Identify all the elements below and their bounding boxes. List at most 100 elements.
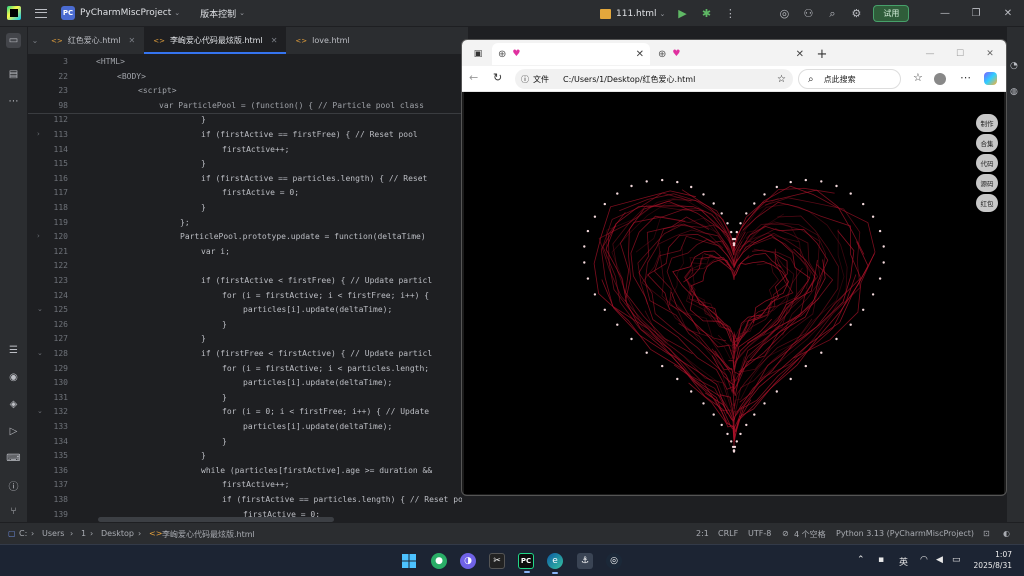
code-line[interactable]: particles[i].update(deltaTime); xyxy=(243,305,392,314)
code-line[interactable]: if (firstActive == firstFree) { // Reset… xyxy=(201,130,418,139)
code-line[interactable]: firstActive++; xyxy=(222,145,289,154)
tab-red-heart[interactable]: <> 红色爱心.html ✕ xyxy=(42,27,144,54)
notifications-icon[interactable]: ◔ xyxy=(1010,61,1018,71)
code-line[interactable]: while (particles[firstActive].age >= dur… xyxy=(201,466,432,475)
close-icon[interactable]: ✕ xyxy=(993,0,1023,27)
settings-gear-icon[interactable]: ⚙ xyxy=(849,7,863,21)
code-line[interactable]: } xyxy=(201,451,206,460)
favorite-star-icon[interactable]: ☆ xyxy=(777,74,786,85)
tab-close-icon[interactable]: ✕ xyxy=(636,49,644,60)
breadcrumb-user[interactable]: 1 xyxy=(81,529,86,538)
chevron-down-icon[interactable]: ⌄ xyxy=(174,9,180,17)
project-folder-icon[interactable]: ▭ xyxy=(6,33,21,48)
code-line[interactable]: ParticlePool.prototype.update = function… xyxy=(180,232,426,241)
breadcrumb-drive[interactable]: C: xyxy=(19,529,27,538)
code-line[interactable]: var i; xyxy=(201,247,230,256)
start-windows-icon[interactable] xyxy=(401,553,417,569)
code-line[interactable]: particles[i].update(deltaTime); xyxy=(243,422,392,431)
code-line[interactable]: <BODY> xyxy=(117,72,146,81)
minimize-icon[interactable]: — xyxy=(930,0,960,27)
code-editor[interactable]: 3 22 23 98 112 113 114 115 116 117 118 119 120 121 122… xyxy=(28,55,462,522)
search-box[interactable]: ⌕ 点此搜索 xyxy=(798,69,901,89)
tab-list-chevron-icon[interactable]: ⌄ xyxy=(28,36,42,45)
system-clock[interactable]: 1:07 2025/8/31 xyxy=(972,549,1012,571)
chevron-down-icon[interactable]: ⌄ xyxy=(239,9,245,17)
memory-indicator-icon[interactable]: ◐ xyxy=(1003,529,1010,538)
tray-app-icon[interactable]: ▪ xyxy=(878,555,884,565)
project-name[interactable]: PyCharmMiscProject xyxy=(80,8,171,18)
browser-close-icon[interactable]: ✕ xyxy=(982,43,998,65)
wifi-icon[interactable]: ◠ xyxy=(920,555,928,565)
copilot-icon[interactable] xyxy=(984,72,997,85)
code-line[interactable]: } xyxy=(222,320,227,329)
tab-close-icon[interactable]: ✕ xyxy=(129,36,136,45)
code-line[interactable]: } xyxy=(222,393,227,402)
breadcrumb-users[interactable]: Users xyxy=(42,529,64,538)
fold-marker-icon[interactable]: ⌄ xyxy=(37,305,43,313)
code-line[interactable]: for (i = 0; i < firstFree; i++) { // Upd… xyxy=(222,407,429,416)
browser-menu-icon[interactable]: ⋯ xyxy=(960,71,971,84)
tray-overflow-chevron-icon[interactable]: ⌃ xyxy=(857,555,865,565)
main-menu-icon[interactable] xyxy=(35,8,47,18)
code-line[interactable]: firstActive = 0; xyxy=(222,188,299,197)
page-viewport[interactable]: 制作 合集 代码 源码 红包 xyxy=(464,92,1004,494)
code-line[interactable]: } xyxy=(201,159,206,168)
add-user-icon[interactable]: ⚇ xyxy=(801,7,815,21)
restore-icon[interactable]: ❐ xyxy=(961,0,991,27)
code-line[interactable]: if (firstActive < firstFree) { // Update… xyxy=(201,276,432,285)
code-line[interactable]: <HTML> xyxy=(96,57,125,66)
code-line[interactable]: } xyxy=(201,115,206,124)
refresh-icon[interactable]: ↻ xyxy=(493,71,502,84)
back-arrow-icon[interactable]: ← xyxy=(469,71,478,84)
ime-indicator[interactable]: 英 xyxy=(899,555,908,568)
code-line[interactable]: if (firstActive == particles.length) { /… xyxy=(201,174,427,183)
breadcrumb-desktop[interactable]: Desktop xyxy=(101,529,134,538)
caret-position[interactable]: 2:1 xyxy=(696,529,709,538)
ai-chat-icon[interactable]: ◍ xyxy=(1010,87,1018,97)
tab-heart-code[interactable]: <> 李峋爱心代码最炫版.html ✕ xyxy=(144,27,287,54)
vcs-widget[interactable]: 版本控制 xyxy=(200,7,236,20)
wechat-icon[interactable]: ● xyxy=(431,553,447,569)
project-badge[interactable]: PC xyxy=(61,6,75,20)
side-button-make[interactable]: 制作 xyxy=(976,114,998,132)
database-icon[interactable]: ☰ xyxy=(6,343,21,358)
code-line[interactable]: }; xyxy=(180,218,190,227)
url-text[interactable]: C:/Users/1/Desktop/红色爱心.html xyxy=(563,74,695,85)
browser-tab-active[interactable]: ⊕ ♥ ✕ xyxy=(492,43,650,65)
code-line[interactable]: } xyxy=(201,203,206,212)
breadcrumb-file[interactable]: 李峋爱心代码最炫版.html xyxy=(162,529,255,540)
steam-icon[interactable]: ◎ xyxy=(606,553,622,569)
tab-close-icon[interactable]: ✕ xyxy=(271,36,278,45)
code-line[interactable]: if (firstActive == particles.length) { /… xyxy=(222,495,462,504)
indent-setting[interactable]: 4 个空格 xyxy=(794,529,826,540)
pycharm-taskbar-icon[interactable]: PC xyxy=(518,553,534,573)
tab-close-icon[interactable]: ✕ xyxy=(796,49,804,60)
battery-icon[interactable]: ▭ xyxy=(952,555,961,565)
code-line[interactable]: <script> xyxy=(138,86,177,95)
trial-button[interactable]: 试用 xyxy=(873,5,910,22)
workspaces-icon[interactable]: ▣ xyxy=(468,43,488,65)
fold-marker-icon[interactable]: › xyxy=(37,232,40,240)
line-ending[interactable]: CRLF xyxy=(718,529,738,538)
structure-icon[interactable]: ▤ xyxy=(6,67,21,82)
more-actions-icon[interactable]: ⋮ xyxy=(723,7,737,21)
profile-avatar[interactable] xyxy=(934,73,946,85)
pycharm-logo-icon[interactable] xyxy=(7,6,21,20)
tab-love[interactable]: <> love.html xyxy=(286,27,358,54)
side-button-source[interactable]: 源码 xyxy=(976,174,998,192)
code-line[interactable]: for (i = firstActive; i < firstFree; i++… xyxy=(222,291,429,300)
debug-icon[interactable]: ✱ xyxy=(699,7,713,21)
chevron-down-icon[interactable]: ⌄ xyxy=(660,10,666,18)
services-icon[interactable]: ▷ xyxy=(6,424,21,439)
browser-minimize-icon[interactable]: — xyxy=(922,43,938,65)
git-icon[interactable]: ⑂ xyxy=(6,504,21,519)
capcut-icon[interactable]: ✂ xyxy=(489,553,505,569)
code-line[interactable]: firstActive++; xyxy=(222,480,289,489)
code-line[interactable]: if (firstFree < firstActive) { // Update… xyxy=(201,349,432,358)
fold-marker-icon[interactable]: ⌄ xyxy=(37,349,43,357)
info-icon[interactable]: ⓘ xyxy=(521,74,529,85)
layers-icon[interactable]: ◈ xyxy=(6,397,21,412)
video-app-icon[interactable]: ◑ xyxy=(460,553,476,569)
python-interpreter[interactable]: Python 3.13 (PyCharmMiscProject) xyxy=(836,529,974,538)
readonly-lock-icon[interactable]: ⊡ xyxy=(983,529,990,538)
